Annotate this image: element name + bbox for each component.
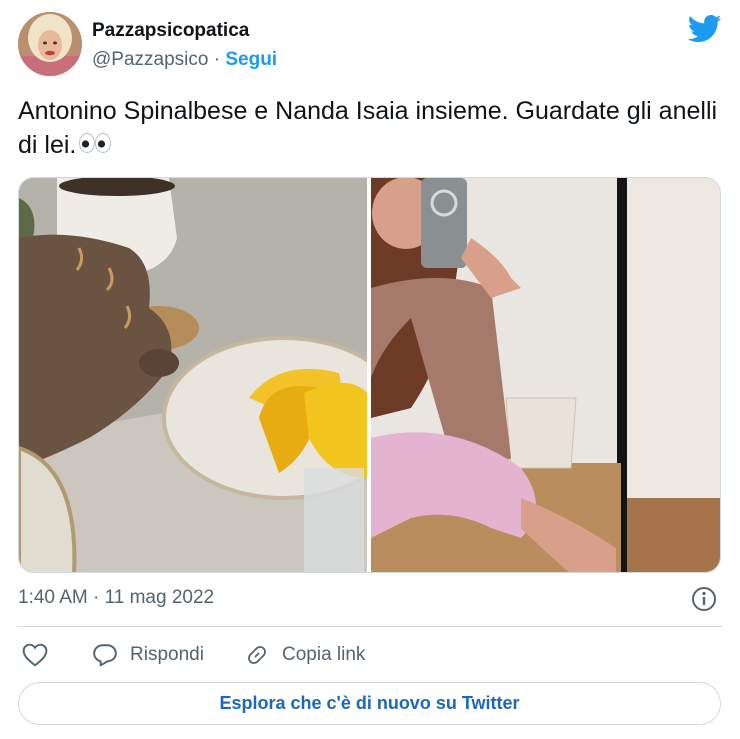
twitter-bird-icon[interactable] xyxy=(688,14,722,44)
explore-twitter-button[interactable]: Esplora che c'è di nuovo su Twitter xyxy=(18,682,721,725)
eyes-emoji-icon xyxy=(78,129,112,163)
link-icon xyxy=(248,646,266,664)
avatar-image xyxy=(18,12,82,76)
tweet-timestamp[interactable]: 1:40 AM · 11 mag 2022 xyxy=(18,587,214,609)
heart-icon xyxy=(22,643,48,667)
reply-button[interactable]: Rispondi xyxy=(92,640,204,670)
copy-link-label: Copia link xyxy=(282,644,366,665)
tweet-header: Pazzapsicopatica @Pazzapsico · Segui xyxy=(18,12,722,80)
tweet-body: Antonino Spinalbese e Nanda Isaia insiem… xyxy=(18,97,718,159)
speech-bubble-icon xyxy=(93,644,117,667)
reply-label: Rispondi xyxy=(130,644,204,665)
tweet-media[interactable] xyxy=(18,177,721,573)
tweet-text: Antonino Spinalbese e Nanda Isaia insiem… xyxy=(18,94,718,163)
author-display-name[interactable]: Pazzapsicopatica xyxy=(92,20,249,42)
follow-button[interactable]: Segui xyxy=(225,49,277,70)
like-button[interactable] xyxy=(22,640,48,670)
author-handle[interactable]: @Pazzapsico xyxy=(92,49,208,70)
tweet-actions: Rispondi Copia link xyxy=(18,640,722,670)
handle-separator: · xyxy=(213,49,221,70)
divider xyxy=(18,626,722,627)
photo-mirror-selfie[interactable] xyxy=(371,178,720,572)
author-handle-row: @Pazzapsico · Segui xyxy=(92,49,277,71)
info-icon[interactable] xyxy=(691,586,717,612)
avatar[interactable] xyxy=(18,12,82,76)
photo-hand-with-rings[interactable] xyxy=(19,178,406,572)
copy-link-button[interactable]: Copia link xyxy=(244,640,365,670)
